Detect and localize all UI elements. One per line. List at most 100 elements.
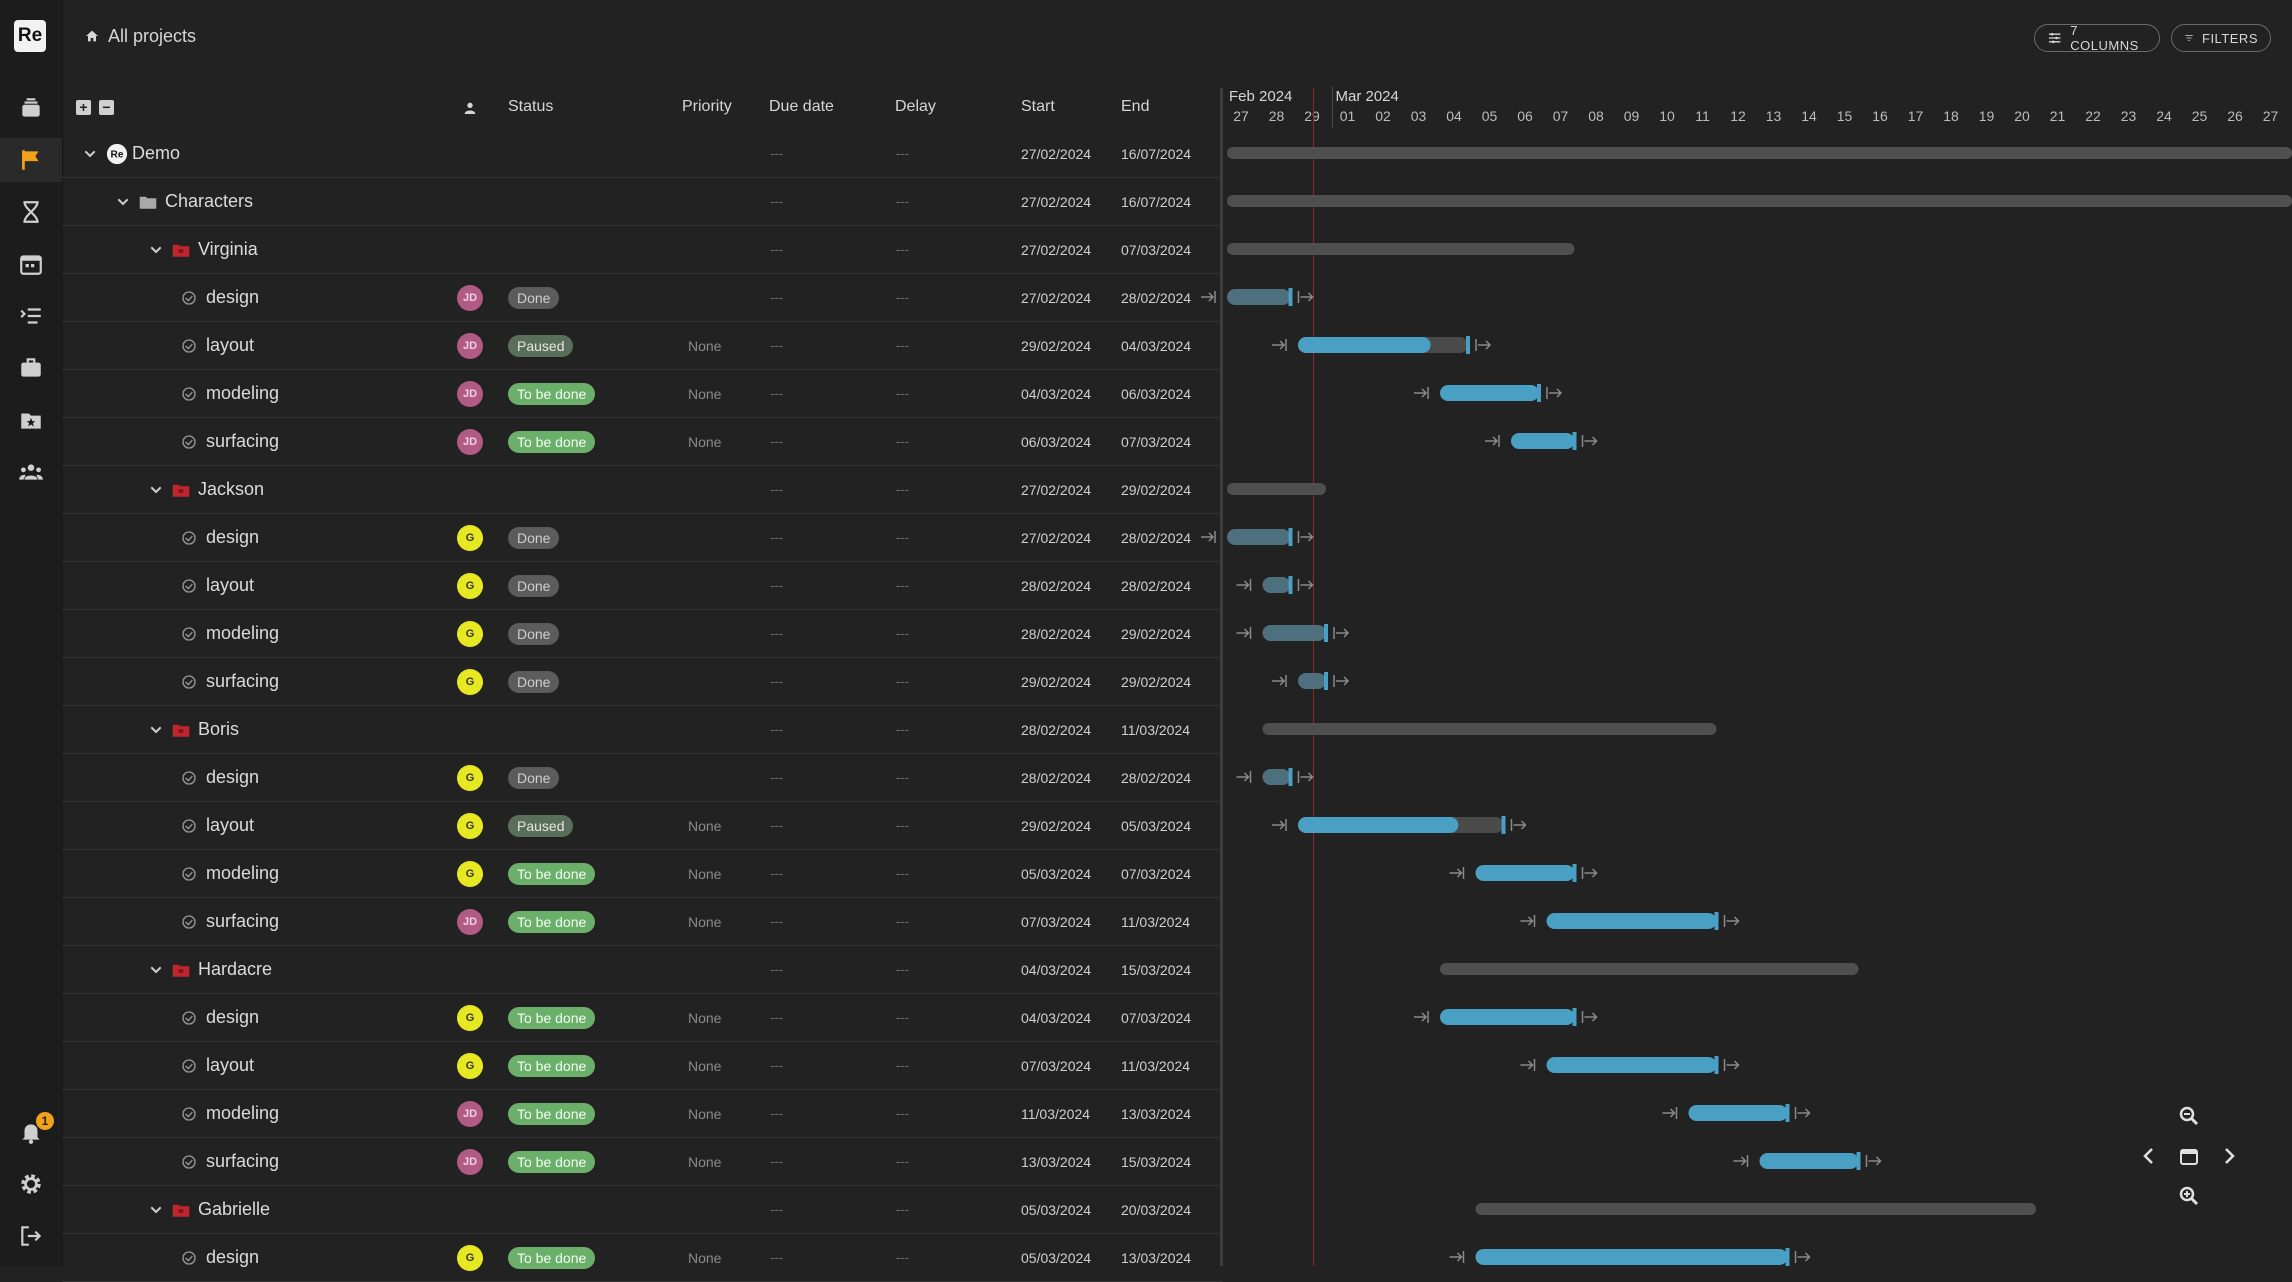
zoom-out-icon[interactable] [2175, 1102, 2203, 1130]
bar-end-handle[interactable] [1714, 1056, 1719, 1074]
task-name[interactable]: surfacing [206, 1138, 279, 1185]
end-date-value[interactable]: 11/03/2024 [1121, 898, 1190, 945]
scroll-right-icon[interactable] [2215, 1142, 2243, 1170]
task-status-icon[interactable] [181, 1090, 197, 1137]
due-date-value[interactable]: --- [770, 1138, 783, 1185]
priority-value[interactable]: None [688, 898, 721, 945]
status-badge[interactable]: Done [508, 286, 560, 309]
avatar[interactable]: G [457, 1244, 483, 1271]
task-status-icon[interactable] [181, 322, 197, 369]
sidebar-item-settings[interactable] [0, 1162, 62, 1206]
end-date-value[interactable]: 07/03/2024 [1121, 850, 1191, 897]
priority-header[interactable]: Priority [682, 98, 732, 116]
task-row[interactable]: design G To be done None --- --- 05/03/2024 13/… [62, 1234, 1222, 1282]
asset-name[interactable]: Virginia [198, 226, 258, 273]
priority-value[interactable]: None [688, 370, 721, 417]
due-date-value[interactable]: --- [770, 562, 783, 609]
summary-bar[interactable] [1262, 723, 1717, 735]
bar-end-handle[interactable] [1501, 816, 1506, 834]
due-date-header[interactable]: Due date [769, 98, 834, 116]
folder-row[interactable]: Characters --- --- 27/02/2024 16/07/2024 [62, 178, 1222, 226]
priority-value[interactable]: None [688, 322, 721, 369]
summary-bar[interactable] [1227, 243, 1575, 255]
start-date-value[interactable]: 13/03/2024 [1021, 1138, 1091, 1185]
priority-value[interactable]: None [688, 1090, 721, 1137]
summary-bar[interactable] [1227, 483, 1326, 495]
task-bar[interactable] [1546, 913, 1717, 929]
status-badge[interactable]: Done [508, 670, 560, 693]
task-name[interactable]: design [206, 514, 259, 561]
task-name[interactable]: modeling [206, 370, 279, 417]
bar-end-handle[interactable] [1785, 1104, 1790, 1122]
bar-end-handle[interactable] [1288, 768, 1293, 786]
status-badge[interactable]: Done [508, 574, 560, 597]
task-row[interactable]: design JD Done --- --- 27/02/2024 28/02/2024 [62, 274, 1222, 322]
task-bar[interactable] [1298, 673, 1326, 689]
avatar[interactable]: G [457, 812, 483, 839]
task-bar[interactable] [1475, 1249, 1788, 1265]
due-date-value[interactable]: --- [770, 226, 783, 273]
avatar[interactable]: G [457, 668, 483, 695]
breadcrumb[interactable]: All projects [84, 24, 196, 48]
avatar[interactable]: JD [457, 380, 483, 407]
chevron-down-icon[interactable] [148, 466, 164, 513]
project-row[interactable]: Re Demo --- --- 27/02/2024 16/07/2024 [62, 130, 1222, 178]
chevron-down-icon[interactable] [148, 706, 164, 753]
task-name[interactable]: layout [206, 322, 254, 369]
bar-end-handle[interactable] [1785, 1248, 1790, 1266]
end-date-value[interactable]: 13/03/2024 [1121, 1234, 1191, 1281]
avatar[interactable]: G [457, 1052, 483, 1079]
end-date-value[interactable]: 04/03/2024 [1121, 322, 1191, 369]
task-bar[interactable] [1440, 1009, 1575, 1025]
due-date-value[interactable]: --- [770, 274, 783, 321]
chevron-down-icon[interactable] [82, 130, 98, 177]
task-row[interactable]: design G Done --- --- 27/02/2024 28/02/2024 [62, 514, 1222, 562]
start-date-value[interactable]: 27/02/2024 [1021, 178, 1091, 225]
task-status-icon[interactable] [181, 370, 197, 417]
start-date-value[interactable]: 04/03/2024 [1021, 946, 1091, 993]
sidebar-item-projects[interactable] [0, 138, 62, 182]
start-date-value[interactable]: 05/03/2024 [1021, 850, 1091, 897]
due-date-value[interactable]: --- [770, 1234, 783, 1281]
priority-value[interactable]: None [688, 994, 721, 1041]
due-date-value[interactable]: --- [770, 466, 783, 513]
task-name[interactable]: layout [206, 562, 254, 609]
end-date-value[interactable]: 29/02/2024 [1121, 658, 1191, 705]
start-date-value[interactable]: 05/03/2024 [1021, 1186, 1091, 1233]
asset-row[interactable]: Hardacre --- --- 04/03/2024 15/03/2024 [62, 946, 1222, 994]
priority-value[interactable]: None [688, 1234, 721, 1281]
start-date-value[interactable]: 07/03/2024 [1021, 1042, 1091, 1089]
due-date-value[interactable]: --- [770, 418, 783, 465]
sidebar-item-productions[interactable] [0, 86, 62, 130]
status-badge[interactable]: Done [508, 526, 560, 549]
start-date-value[interactable]: 27/02/2024 [1021, 130, 1091, 177]
task-row[interactable]: design G Done --- --- 28/02/2024 28/02/2024 [62, 754, 1222, 802]
start-header[interactable]: Start [1021, 98, 1055, 116]
end-date-value[interactable]: 11/03/2024 [1121, 1042, 1190, 1089]
bar-end-handle[interactable] [1856, 1152, 1861, 1170]
bar-end-handle[interactable] [1324, 624, 1328, 642]
start-date-value[interactable]: 06/03/2024 [1021, 418, 1091, 465]
summary-bar[interactable] [1475, 1203, 2037, 1215]
start-date-value[interactable]: 27/02/2024 [1021, 274, 1091, 321]
end-date-value[interactable]: 15/03/2024 [1121, 946, 1191, 993]
task-row[interactable]: modeling JD To be done None --- --- 11/03/2024… [62, 1090, 1222, 1138]
status-badge[interactable]: To be done [508, 1102, 596, 1125]
end-date-value[interactable]: 20/03/2024 [1121, 1186, 1191, 1233]
due-date-value[interactable]: --- [770, 850, 783, 897]
task-bar[interactable] [1262, 625, 1327, 641]
sidebar-item-briefcase[interactable] [0, 346, 62, 390]
summary-bar[interactable] [1227, 147, 2292, 159]
task-status-icon[interactable] [181, 850, 197, 897]
end-date-value[interactable]: 07/03/2024 [1121, 418, 1191, 465]
filters-button[interactable]: FILTERS [2171, 24, 2271, 52]
chevron-down-icon[interactable] [148, 226, 164, 273]
task-name[interactable]: modeling [206, 850, 279, 897]
task-name[interactable]: design [206, 754, 259, 801]
avatar[interactable]: JD [457, 908, 483, 935]
task-row[interactable]: layout JD Paused None --- --- 29/02/2024 04/03/… [62, 322, 1222, 370]
end-date-value[interactable]: 05/03/2024 [1121, 802, 1191, 849]
priority-value[interactable]: None [688, 1138, 721, 1185]
status-badge[interactable]: To be done [508, 382, 596, 405]
summary-bar[interactable] [1227, 195, 2292, 207]
